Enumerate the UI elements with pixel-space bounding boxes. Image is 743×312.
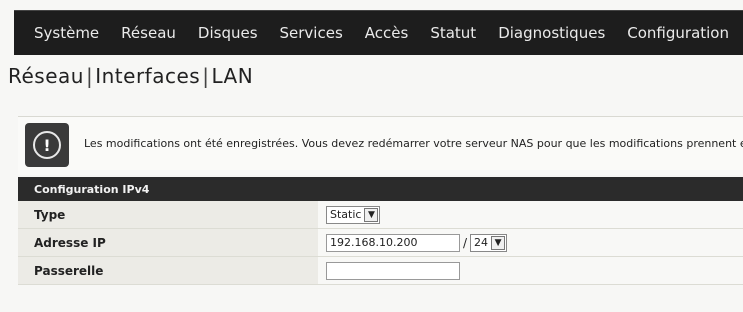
- top-nav: Système Réseau Disques Services Accès St…: [14, 10, 743, 55]
- chevron-down-icon[interactable]: ▼: [491, 235, 506, 250]
- ip-mask-separator: /: [463, 235, 468, 250]
- info-message-text: Les modifications ont été enregistrées. …: [84, 137, 743, 150]
- nav-item-reseau[interactable]: Réseau: [99, 24, 176, 42]
- type-label: Type: [18, 201, 318, 228]
- gateway-input[interactable]: [326, 261, 460, 280]
- nav-item-disques[interactable]: Disques: [176, 24, 258, 42]
- warning-icon-symbol: !: [33, 131, 61, 159]
- nav-item-systeme[interactable]: Système: [14, 24, 99, 42]
- netmask-select[interactable]: 24 ▼: [470, 233, 508, 252]
- breadcrumb-interfaces[interactable]: Interfaces: [95, 64, 200, 88]
- nav-item-services[interactable]: Services: [258, 24, 343, 42]
- ip-address-input[interactable]: [326, 233, 460, 252]
- form-row-gateway: Passerelle: [18, 257, 743, 285]
- gateway-label: Passerelle: [18, 257, 318, 284]
- chevron-down-icon[interactable]: ▼: [364, 207, 379, 222]
- form-row-type: Type Static ▼: [18, 201, 743, 229]
- ip-value-cell: / 24 ▼: [318, 229, 743, 256]
- breadcrumb-lan: LAN: [211, 64, 254, 88]
- nav-item-statut[interactable]: Statut: [408, 24, 476, 42]
- breadcrumb-separator: |: [85, 64, 94, 88]
- breadcrumb: Réseau | Interfaces | LAN: [8, 64, 253, 88]
- nav-item-diagnostiques[interactable]: Diagnostiques: [476, 24, 605, 42]
- section-header-ipv4: Configuration IPv4: [18, 177, 743, 201]
- netmask-select-value: 24: [474, 236, 489, 249]
- breadcrumb-separator: |: [202, 64, 210, 88]
- form-row-ip: Adresse IP / 24 ▼: [18, 229, 743, 257]
- nav-item-acces[interactable]: Accès: [343, 24, 409, 42]
- type-value-cell: Static ▼: [318, 201, 743, 228]
- info-message-box: ! Les modifications ont été enregistrées…: [18, 116, 743, 175]
- breadcrumb-reseau[interactable]: Réseau: [8, 64, 84, 88]
- type-select-value: Static: [330, 208, 362, 221]
- warning-icon: !: [25, 123, 69, 167]
- nav-item-configuration[interactable]: Configuration: [605, 24, 729, 42]
- type-select[interactable]: Static ▼: [326, 205, 381, 224]
- ip-label: Adresse IP: [18, 229, 318, 256]
- gateway-value-cell: [318, 257, 743, 284]
